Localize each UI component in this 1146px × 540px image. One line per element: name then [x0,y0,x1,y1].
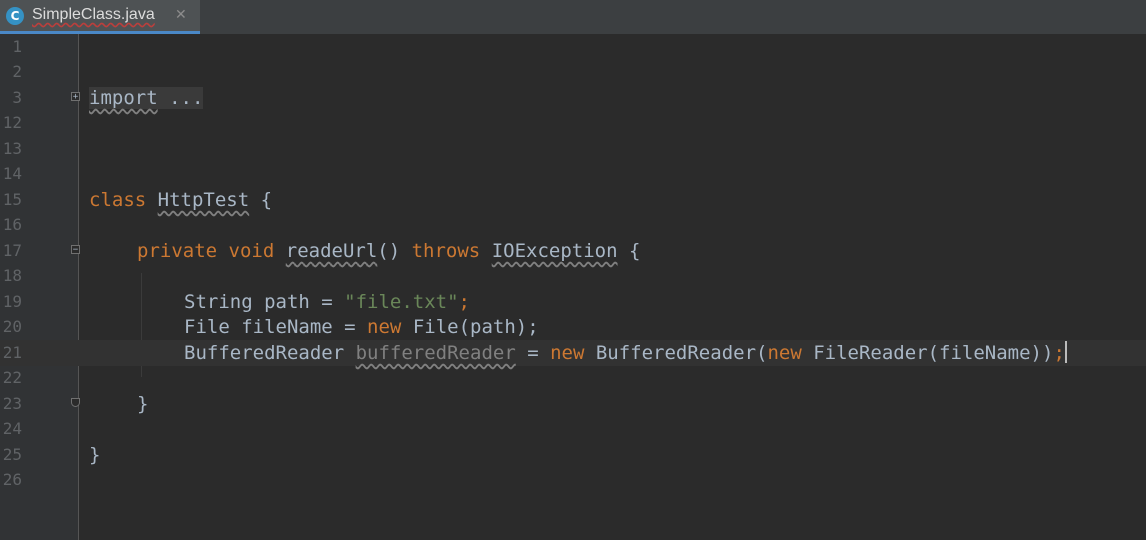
code-text: String path = "file.txt"; [184,289,470,315]
line-number: 3 [12,88,22,107]
tab-title: SimpleClass.java [32,6,155,23]
throws-keyword: throws [411,240,481,262]
code-line: 24 [0,416,1146,442]
code-line: 16 [0,212,1146,238]
code-line: 23 } [0,391,1146,417]
line-number: 13 [2,139,22,158]
code-text: File fileName = new File(path); [184,314,539,340]
line-number: 1 [12,37,22,56]
code-text: BufferedReader bufferedReader = new Buff… [184,340,1067,366]
code-line: 15 class HttpTest { [0,187,1146,213]
line-number: 23 [2,394,22,413]
exception-type: IOException [491,240,618,262]
constructor-call: BufferedReader( [584,342,768,364]
code-text: private void readeUrl() throws IOExcepti… [137,238,640,264]
line-number: 16 [2,215,22,234]
assignment-operator: = [515,342,551,364]
type-name: File [184,316,230,338]
line-number: 21 [2,343,22,362]
code-line: 18 [0,263,1146,289]
new-keyword: new [550,342,585,364]
line-number: 15 [2,190,22,209]
unused-variable: bufferedReader [355,342,516,364]
type-name: BufferedReader [184,342,345,364]
text-caret [1064,341,1067,363]
code-text: } [89,442,100,468]
line-number: 14 [2,164,22,183]
semicolon: ; [458,291,470,313]
fold-collapse-icon[interactable]: − [71,245,80,255]
code-line: 19 String path = "file.txt"; [0,289,1146,315]
line-number: 22 [2,368,22,387]
open-brace: { [617,240,641,262]
code-line: 17 − private void readeUrl() throws IOEx… [0,238,1146,264]
semicolon: ; [1053,342,1065,364]
code-editor[interactable]: 1 2 3 + import ... 12 13 14 15 class Htt… [0,34,1146,540]
code-line: 26 [0,467,1146,493]
type-name: String [184,291,253,313]
code-line: 2 [0,59,1146,85]
fold-end-icon[interactable] [71,398,80,407]
variable-assignment: path = [252,291,345,313]
close-icon[interactable]: ✕ [175,7,187,23]
close-brace: } [137,393,149,415]
line-number: 20 [2,317,22,336]
open-brace: { [249,189,273,211]
private-keyword: private [137,240,218,262]
variable-assignment: fileName = [229,316,368,338]
code-text: } [137,391,148,417]
method-name: readeUrl [285,240,378,262]
line-number: 19 [2,292,22,311]
line-number: 26 [2,470,22,489]
line-number: 2 [12,62,22,81]
tab-simpleclass-java[interactable]: C SimpleClass.java ✕ [0,0,200,34]
line-number: 12 [2,113,22,132]
code-line: 14 [0,161,1146,187]
code-line: 22 [0,365,1146,391]
code-text: import ... [89,85,204,111]
code-line: 12 [0,110,1146,136]
line-number: 25 [2,445,22,464]
code-line: 13 [0,136,1146,162]
java-class-icon: C [6,7,24,25]
code-line-current: 21 BufferedReader bufferedReader = new B… [0,340,1146,366]
code-line: 25 } [0,442,1146,468]
line-number: 18 [2,266,22,285]
new-keyword: new [367,316,402,338]
fold-expand-icon[interactable]: + [71,92,80,102]
close-brace: } [89,444,101,466]
import-keyword: import [89,87,158,109]
constructor-call: FileReader(fileName)) [801,342,1054,364]
editor-tab-bar: C SimpleClass.java ✕ [0,0,1146,35]
string-literal: "file.txt" [344,291,459,313]
code-line: 3 + import ... [0,85,1146,111]
method-parens: () [377,240,401,262]
class-name: HttpTest [157,189,250,211]
void-keyword: void [228,240,275,262]
code-line: 20 File fileName = new File(path); [0,314,1146,340]
code-line: 1 [0,34,1146,60]
folded-imports[interactable]: ... [157,87,204,109]
constructor-call: File(path); [401,316,539,338]
line-number: 17 [2,241,22,260]
code-text: class HttpTest { [89,187,272,213]
class-keyword: class [89,189,147,211]
line-number: 24 [2,419,22,438]
new-keyword: new [767,342,802,364]
